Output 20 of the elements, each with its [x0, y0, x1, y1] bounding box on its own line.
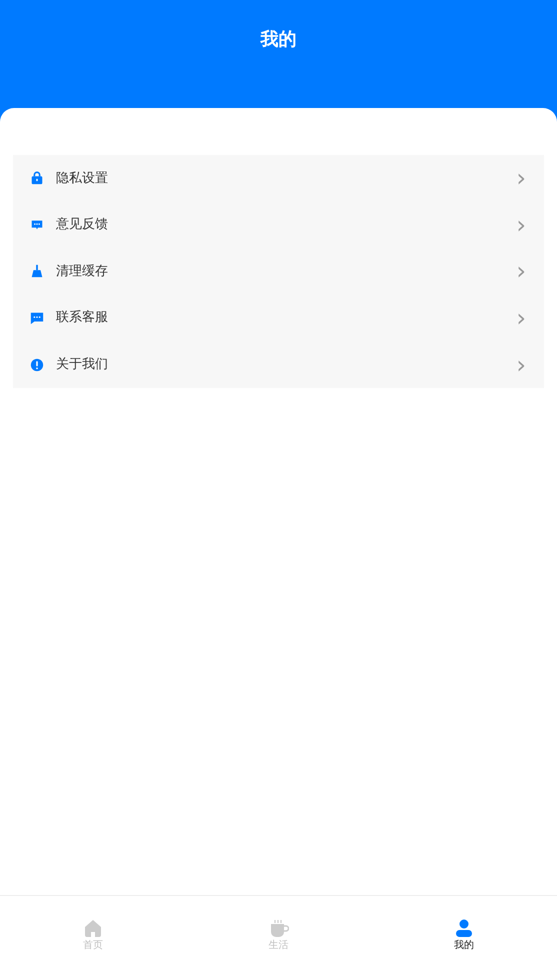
chevron-icon: › — [516, 352, 526, 377]
menu-item[interactable]: 关于我们 › — [13, 341, 544, 388]
lock-icon — [30, 171, 44, 186]
home-icon — [82, 918, 103, 938]
chevron-icon: › — [516, 306, 526, 330]
chevron-icon: › — [516, 259, 526, 284]
chevron-icon: › — [516, 212, 526, 237]
menu-item[interactable]: 联系客服 › — [13, 294, 544, 342]
person-icon — [454, 918, 474, 938]
menu-item[interactable]: 隐私设置 › — [13, 155, 544, 202]
menu-item[interactable]: 意见反馈 › — [13, 202, 544, 248]
message-icon — [30, 218, 44, 232]
chat-icon — [30, 311, 44, 326]
page-title: 我的 — [260, 28, 296, 52]
chevron-icon: › — [516, 166, 526, 190]
tab[interactable]: 我的 — [371, 896, 557, 973]
cup-icon — [268, 918, 288, 938]
exclamation-icon — [30, 358, 44, 372]
broom-icon — [30, 264, 44, 278]
menu-item[interactable]: 清理缓存 › — [13, 248, 544, 295]
